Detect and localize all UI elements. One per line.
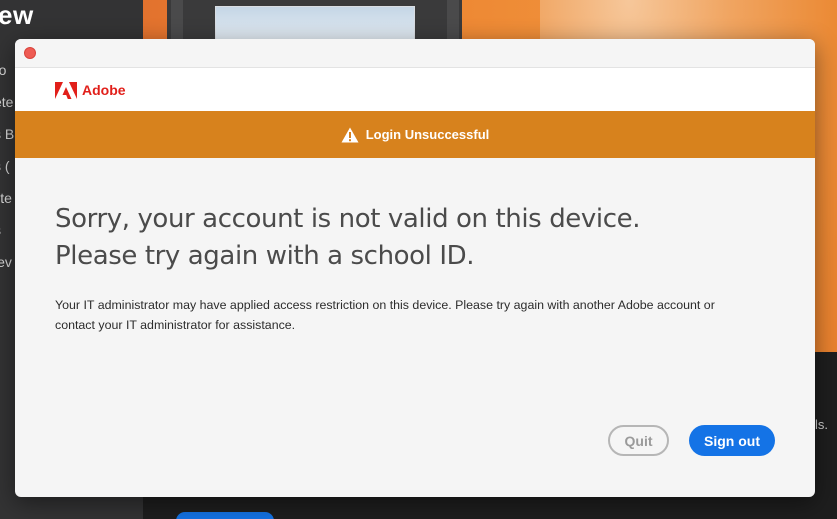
- login-error-dialog: Adobe Login Unsuccessful Sorry, your acc…: [15, 39, 815, 497]
- headline-line: Please try again with a school ID.: [55, 241, 475, 271]
- description-line: contact your IT administrator for assist…: [55, 318, 296, 332]
- background-sidebar-item: ete: [0, 94, 14, 110]
- window-close-button[interactable]: [24, 47, 36, 59]
- error-headline: Sorry, your account is not valid on this…: [55, 201, 640, 275]
- background-photo-thumbnail: [215, 6, 415, 42]
- background-sidebar-item: ro: [0, 62, 7, 78]
- adobe-logo-icon: [55, 82, 77, 99]
- background-side-text: ls.: [815, 417, 828, 432]
- warning-icon: [341, 127, 359, 142]
- alert-banner: Login Unsuccessful: [15, 111, 815, 158]
- brand-header: Adobe: [15, 68, 815, 111]
- background-app-title: ew: [0, 0, 34, 30]
- background-toolbar-right: [447, 0, 459, 40]
- background-toolbar: [171, 0, 183, 40]
- background-sidebar-item: s: [0, 222, 1, 238]
- dialog-titlebar: [15, 39, 815, 68]
- sign-out-button[interactable]: Sign out: [689, 425, 775, 456]
- description-line: Your IT administrator may have applied a…: [55, 298, 715, 312]
- alert-title: Login Unsuccessful: [365, 127, 490, 142]
- quit-button[interactable]: Quit: [608, 425, 669, 456]
- error-description: Your IT administrator may have applied a…: [55, 295, 755, 335]
- headline-line: Sorry, your account is not valid on this…: [55, 204, 641, 234]
- background-sidebar-item: iev: [0, 254, 12, 270]
- background-sidebar-item: ilte: [0, 190, 12, 206]
- background-sidebar-item: s (: [0, 158, 10, 174]
- brand-name: Adobe: [82, 82, 126, 98]
- background-button: [176, 512, 274, 519]
